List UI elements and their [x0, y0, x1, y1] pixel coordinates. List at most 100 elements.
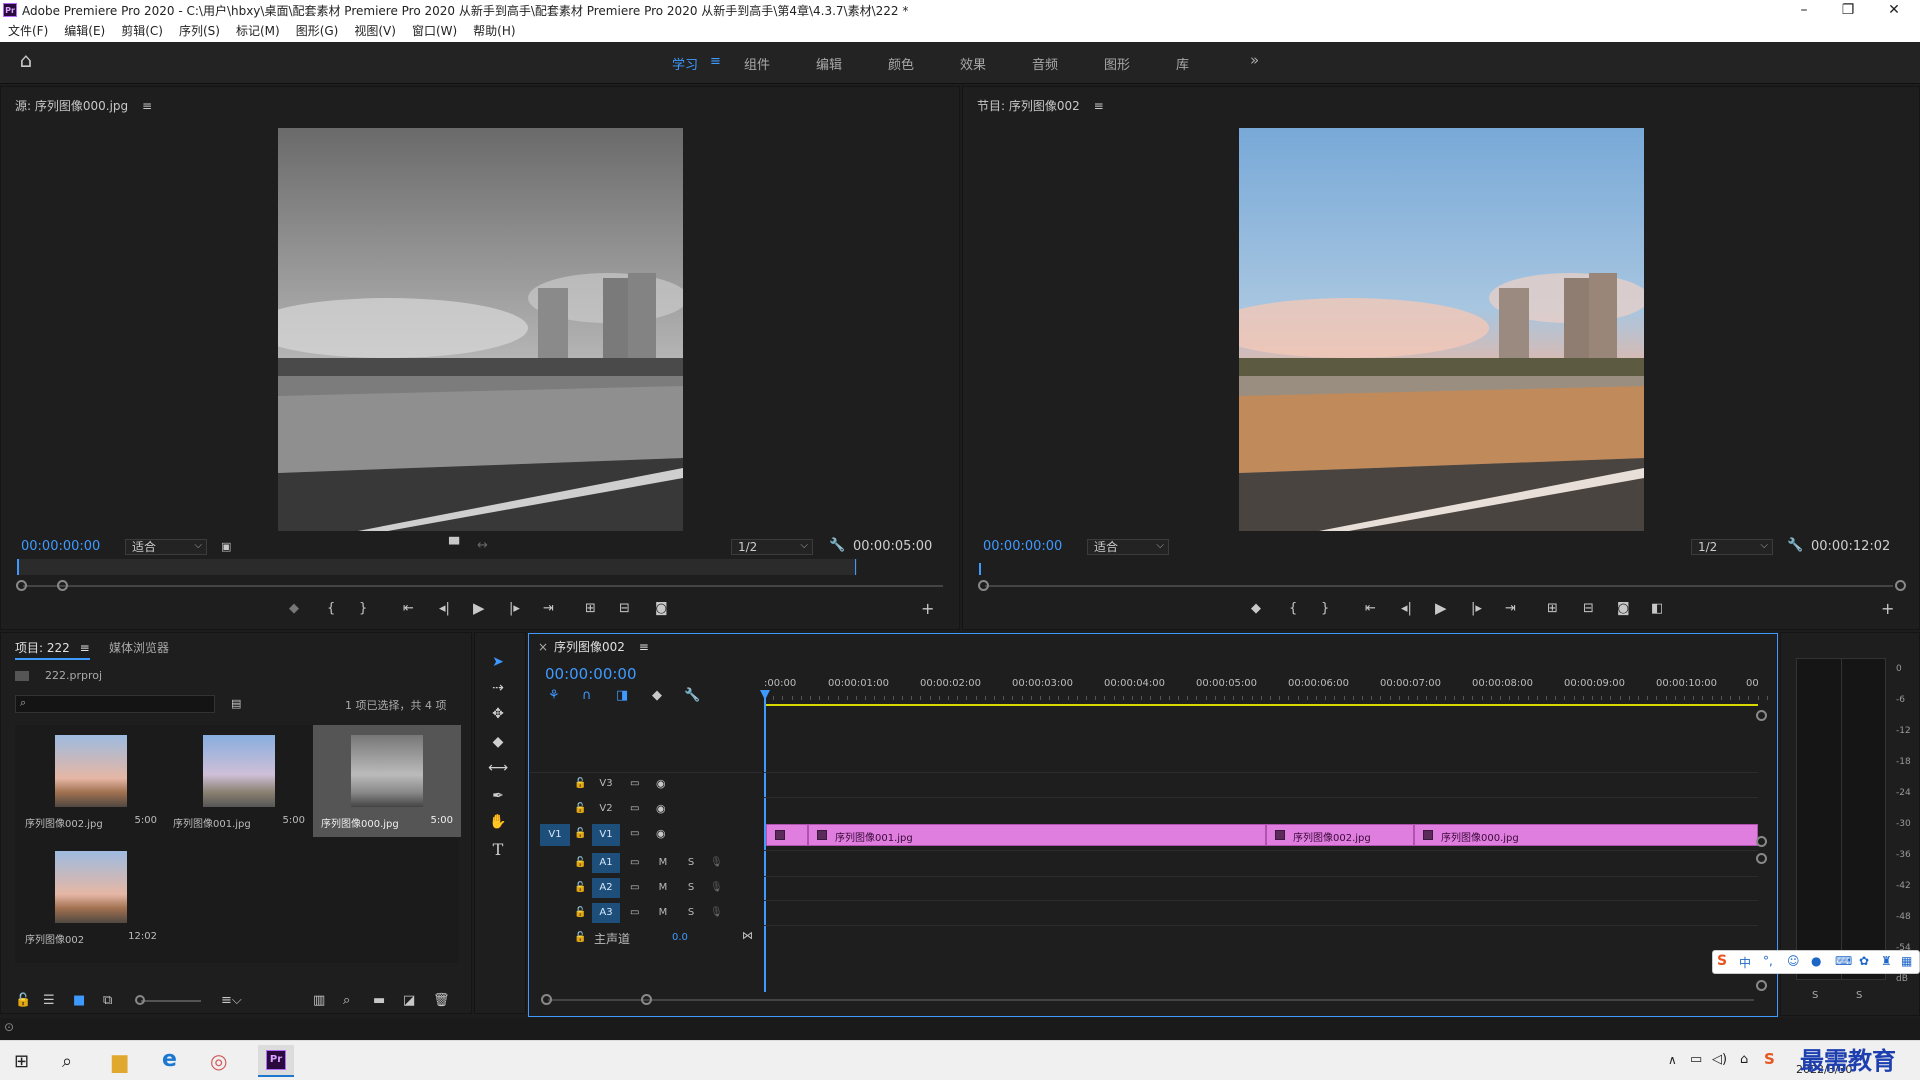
sync-lock-icon[interactable]: ▭	[630, 776, 639, 792]
bin-item[interactable]: 序列图像002 12:02	[17, 841, 165, 953]
icon-view-icon[interactable]: ■	[73, 993, 85, 1009]
source-zoom-handle-right[interactable]	[57, 580, 68, 591]
hand-tool-icon[interactable]: ✋	[484, 810, 512, 834]
menu-sequence[interactable]: 序列(S)	[171, 20, 228, 42]
restore-button[interactable]: ❐	[1826, 1, 1870, 19]
extract-button[interactable]: ⊟	[1583, 601, 1594, 617]
step-forward-icon[interactable]: |▸	[509, 601, 520, 617]
timeline-close-icon[interactable]: ×	[538, 640, 548, 654]
workspace-tab-libraries[interactable]: 库	[1176, 54, 1189, 73]
source-zoom-bar[interactable]	[23, 585, 943, 587]
source-resolution-select[interactable]: 1/2	[731, 539, 813, 555]
track-label-a3[interactable]: A3	[592, 903, 620, 923]
ime-shirt-icon[interactable]: ♜	[1881, 954, 1892, 968]
sync-lock-icon[interactable]: ▭	[630, 905, 639, 921]
program-resolution-select[interactable]: 1/2	[1691, 539, 1773, 555]
sort-icon[interactable]: ≡⌵	[221, 993, 242, 1009]
solo-button[interactable]: S	[684, 857, 698, 868]
sync-lock-icon[interactable]: ▭	[630, 826, 639, 842]
timeline-clip[interactable]: 序列图像002.jpg	[1266, 824, 1414, 846]
lock-icon[interactable]: 🔓	[574, 905, 586, 921]
program-scrub-area[interactable]	[979, 565, 1899, 573]
timeline-settings-icon[interactable]: 🔧	[684, 688, 700, 704]
track-label-v1[interactable]: V1	[592, 824, 620, 846]
track-label-a1[interactable]: A1	[592, 853, 620, 873]
new-item-icon[interactable]: ◪	[403, 993, 415, 1009]
source-scrub-area[interactable]	[17, 559, 857, 575]
bin-item[interactable]: 序列图像000.jpg 5:00	[313, 725, 461, 837]
source-playhead[interactable]	[17, 559, 19, 575]
search-icon[interactable]: ⌕	[62, 1051, 72, 1072]
type-tool-icon[interactable]: T	[484, 838, 512, 862]
timeline-zoom-handle-left[interactable]	[541, 994, 552, 1005]
menu-view[interactable]: 视图(V)	[346, 20, 404, 42]
program-zoom-handle-right[interactable]	[1895, 580, 1906, 591]
solo-button[interactable]: S	[684, 882, 698, 893]
marker-icon[interactable]: ▀	[449, 538, 459, 554]
timeline-clip[interactable]: 序列图像000.jpg	[1414, 824, 1758, 846]
source-timecode[interactable]: 00:00:00:00	[21, 539, 100, 554]
eye-icon[interactable]: ◉	[656, 826, 666, 842]
step-back-icon[interactable]: ◂|	[439, 601, 450, 617]
list-view-icon[interactable]: ☰	[43, 993, 55, 1009]
workspace-tab-color[interactable]: 颜色	[888, 54, 914, 73]
go-to-out-icon[interactable]: ⇥	[1505, 601, 1516, 617]
program-monitor-title[interactable]: 节目: 序列图像002 ≡	[977, 97, 1104, 114]
menu-file[interactable]: 文件(F)	[0, 20, 56, 42]
workspace-menu-icon[interactable]: ≡	[710, 54, 721, 69]
go-to-out-icon[interactable]: ⇥	[543, 601, 554, 617]
mute-button[interactable]: M	[656, 857, 670, 868]
lock-icon[interactable]: 🔓	[574, 776, 586, 792]
find-icon[interactable]: ⌕	[343, 993, 350, 1009]
network-icon[interactable]: ▭	[1690, 1052, 1702, 1067]
panel-menu-icon[interactable]: ≡	[639, 640, 649, 654]
lock-icon[interactable]: 🔓	[15, 993, 31, 1009]
pen-tool-icon[interactable]: ✒	[484, 784, 512, 808]
lock-icon[interactable]: 🔓	[574, 880, 586, 896]
add-marker-icon[interactable]: ◆	[1251, 601, 1261, 617]
add-button-icon[interactable]: +	[1881, 601, 1894, 617]
play-button[interactable]: ▶	[1435, 600, 1447, 616]
sync-lock-icon[interactable]: ▭	[630, 880, 639, 896]
volume-icon[interactable]: ◁)	[1712, 1052, 1727, 1067]
workspace-tab-editing[interactable]: 编辑	[816, 54, 842, 73]
workspace-tab-graphics[interactable]: 图形	[1104, 54, 1130, 73]
program-zoom-bar[interactable]	[985, 585, 1893, 587]
eye-icon[interactable]: ◉	[656, 801, 666, 817]
solo-left-button[interactable]: S	[1812, 990, 1818, 1001]
ime-keyboard-icon[interactable]: ⌨	[1835, 954, 1852, 968]
zoom-slider[interactable]	[141, 1000, 201, 1002]
wrench-icon[interactable]: 🔧	[1787, 538, 1803, 554]
program-zoom-handle-left[interactable]	[978, 580, 989, 591]
source-fit-select[interactable]: 适合	[125, 539, 207, 555]
settings-square-icon[interactable]: ▣	[221, 539, 231, 555]
ime-skin-icon[interactable]: ✿	[1859, 954, 1869, 968]
ripple-edit-tool-icon[interactable]: ✥	[484, 702, 512, 726]
new-bin-from-search-icon[interactable]: ▤	[231, 696, 241, 712]
trash-icon[interactable]: 🗑	[433, 993, 450, 1009]
sync-lock-icon[interactable]: ▭	[630, 801, 639, 817]
eye-icon[interactable]: ◉	[656, 776, 666, 792]
ime-language-toggle[interactable]: 中	[1739, 954, 1751, 971]
sync-lock-icon[interactable]: ▭	[630, 855, 639, 871]
lock-icon[interactable]: 🔓	[574, 801, 586, 817]
timeline-horizontal-scroll[interactable]	[548, 999, 1754, 1001]
workspace-tab-effects[interactable]: 效果	[960, 54, 986, 73]
mute-button[interactable]: M	[656, 907, 670, 918]
wrench-icon[interactable]: 🔧	[829, 538, 845, 554]
vertical-zoom-handle[interactable]	[1756, 853, 1767, 864]
close-button[interactable]: ✕	[1872, 1, 1916, 19]
track-label-a2[interactable]: A2	[592, 878, 620, 898]
work-area-bar[interactable]	[764, 704, 1758, 706]
go-to-in-icon[interactable]: ⇤	[403, 601, 414, 617]
file-explorer-icon[interactable]: ▆	[112, 1049, 127, 1073]
project-tab[interactable]: 项目: 222 ≡	[15, 639, 90, 660]
ime-voice-icon[interactable]: ●	[1811, 954, 1821, 968]
vertical-zoom-handle[interactable]	[1756, 710, 1767, 721]
play-button[interactable]: ▶	[473, 600, 485, 616]
ime-punct-icon[interactable]: °,	[1763, 954, 1773, 968]
workspace-tab-audio[interactable]: 音频	[1032, 54, 1058, 73]
premiere-taskbar-button[interactable]: Pr	[258, 1045, 294, 1077]
source-monitor-title[interactable]: 源: 序列图像000.jpg ≡	[15, 97, 152, 114]
bin-item[interactable]: 序列图像001.jpg 5:00	[165, 725, 313, 837]
